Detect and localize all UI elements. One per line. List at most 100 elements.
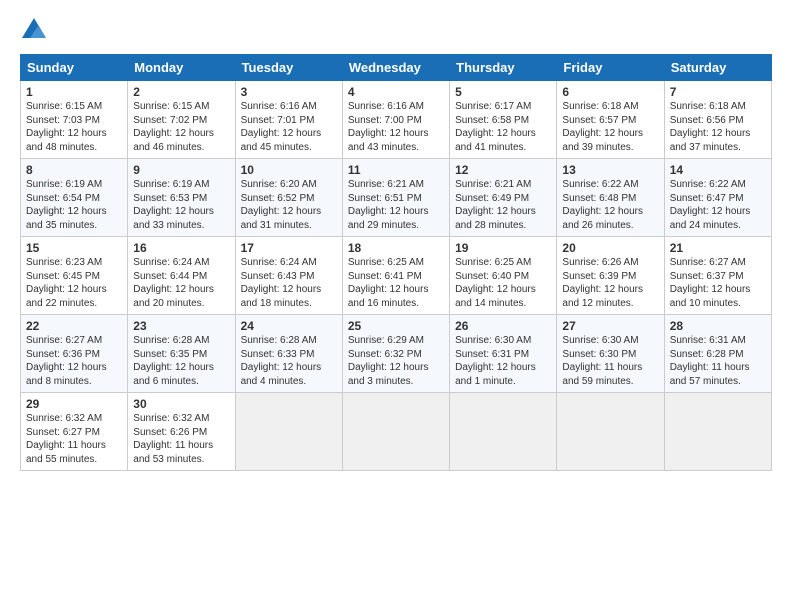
day-detail: Sunrise: 6:25 AMSunset: 6:41 PMDaylight:… <box>348 257 429 309</box>
calendar-cell: 15 Sunrise: 6:23 AMSunset: 6:45 PMDayligh… <box>21 237 128 315</box>
week-row-4: 22 Sunrise: 6:27 AMSunset: 6:36 PMDayligh… <box>21 315 772 393</box>
calendar-cell <box>450 393 557 471</box>
logo <box>20 16 50 44</box>
day-number: 3 <box>241 85 337 99</box>
calendar-cell: 27 Sunrise: 6:30 AMSunset: 6:30 PMDayligh… <box>557 315 664 393</box>
day-number: 23 <box>133 319 229 333</box>
day-detail: Sunrise: 6:27 AMSunset: 6:36 PMDaylight:… <box>26 335 107 387</box>
day-number: 6 <box>562 85 658 99</box>
col-header-friday: Friday <box>557 55 664 81</box>
calendar-cell: 25Sunrise: 6:29 AMSunset: 6:32 PMDayligh… <box>342 315 449 393</box>
day-number: 24 <box>241 319 337 333</box>
day-number: 18 <box>348 241 444 255</box>
calendar-cell: 13 Sunrise: 6:22 AMSunset: 6:48 PMDayligh… <box>557 159 664 237</box>
day-detail: Sunrise: 6:32 AMSunset: 6:27 PMDaylight:… <box>26 413 106 465</box>
col-header-tuesday: Tuesday <box>235 55 342 81</box>
week-row-3: 15 Sunrise: 6:23 AMSunset: 6:45 PMDayligh… <box>21 237 772 315</box>
calendar-cell: 12 Sunrise: 6:21 AMSunset: 6:49 PMDayligh… <box>450 159 557 237</box>
calendar-cell: 19 Sunrise: 6:25 AMSunset: 6:40 PMDayligh… <box>450 237 557 315</box>
day-number: 22 <box>26 319 122 333</box>
day-number: 14 <box>670 163 766 177</box>
calendar-cell: 16 Sunrise: 6:24 AMSunset: 6:44 PMDayligh… <box>128 237 235 315</box>
day-detail: Sunrise: 6:22 AMSunset: 6:47 PMDaylight:… <box>670 179 751 231</box>
day-number: 8 <box>26 163 122 177</box>
day-number: 4 <box>348 85 444 99</box>
day-detail: Sunrise: 6:31 AMSunset: 6:28 PMDaylight:… <box>670 335 750 387</box>
week-row-5: 29 Sunrise: 6:32 AMSunset: 6:27 PMDayligh… <box>21 393 772 471</box>
calendar-cell: 4 Sunrise: 6:16 AMSunset: 7:00 PMDaylight… <box>342 81 449 159</box>
day-detail: Sunrise: 6:30 AMSunset: 6:31 PMDaylight:… <box>455 335 536 387</box>
day-detail: Sunrise: 6:24 AMSunset: 6:43 PMDaylight:… <box>241 257 322 309</box>
calendar-cell: 6 Sunrise: 6:18 AMSunset: 6:57 PMDaylight… <box>557 81 664 159</box>
day-number: 7 <box>670 85 766 99</box>
calendar-cell: 21 Sunrise: 6:27 AMSunset: 6:37 PMDayligh… <box>664 237 771 315</box>
calendar-cell <box>557 393 664 471</box>
calendar-cell <box>235 393 342 471</box>
day-detail: Sunrise: 6:22 AMSunset: 6:48 PMDaylight:… <box>562 179 643 231</box>
calendar-table: SundayMondayTuesdayWednesdayThursdayFrid… <box>20 54 772 471</box>
day-number: 13 <box>562 163 658 177</box>
day-detail: Sunrise: 6:21 AMSunset: 6:51 PMDaylight:… <box>348 179 429 231</box>
day-detail: Sunrise: 6:30 AMSunset: 6:30 PMDaylight:… <box>562 335 642 387</box>
calendar-cell: 14 Sunrise: 6:22 AMSunset: 6:47 PMDayligh… <box>664 159 771 237</box>
day-number: 16 <box>133 241 229 255</box>
calendar-cell: 2 Sunrise: 6:15 AMSunset: 7:02 PMDaylight… <box>128 81 235 159</box>
day-detail: Sunrise: 6:21 AMSunset: 6:49 PMDaylight:… <box>455 179 536 231</box>
calendar-cell: 17 Sunrise: 6:24 AMSunset: 6:43 PMDayligh… <box>235 237 342 315</box>
calendar-cell: 20Sunrise: 6:26 AMSunset: 6:39 PMDayligh… <box>557 237 664 315</box>
week-row-2: 8Sunrise: 6:19 AMSunset: 6:54 PMDaylight… <box>21 159 772 237</box>
calendar-cell: 8Sunrise: 6:19 AMSunset: 6:54 PMDaylight… <box>21 159 128 237</box>
day-number: 5 <box>455 85 551 99</box>
day-number: 2 <box>133 85 229 99</box>
day-number: 12 <box>455 163 551 177</box>
calendar-cell: 18 Sunrise: 6:25 AMSunset: 6:41 PMDayligh… <box>342 237 449 315</box>
day-detail: Sunrise: 6:16 AMSunset: 7:01 PMDaylight:… <box>241 101 322 153</box>
day-detail: Sunrise: 6:28 AMSunset: 6:35 PMDaylight:… <box>133 335 214 387</box>
calendar-body: 1 Sunrise: 6:15 AMSunset: 7:03 PMDaylight… <box>21 81 772 471</box>
calendar-cell: 29 Sunrise: 6:32 AMSunset: 6:27 PMDayligh… <box>21 393 128 471</box>
day-number: 10 <box>241 163 337 177</box>
calendar-cell: 3 Sunrise: 6:16 AMSunset: 7:01 PMDaylight… <box>235 81 342 159</box>
day-number: 15 <box>26 241 122 255</box>
page: SundayMondayTuesdayWednesdayThursdayFrid… <box>0 0 792 481</box>
calendar-cell: 1 Sunrise: 6:15 AMSunset: 7:03 PMDaylight… <box>21 81 128 159</box>
col-header-saturday: Saturday <box>664 55 771 81</box>
calendar-cell: 7 Sunrise: 6:18 AMSunset: 6:56 PMDaylight… <box>664 81 771 159</box>
day-detail: Sunrise: 6:23 AMSunset: 6:45 PMDaylight:… <box>26 257 107 309</box>
calendar-cell <box>342 393 449 471</box>
day-detail: Sunrise: 6:15 AMSunset: 7:03 PMDaylight:… <box>26 101 107 153</box>
calendar-cell: 30Sunrise: 6:32 AMSunset: 6:26 PMDayligh… <box>128 393 235 471</box>
day-number: 1 <box>26 85 122 99</box>
calendar-cell: 11 Sunrise: 6:21 AMSunset: 6:51 PMDayligh… <box>342 159 449 237</box>
calendar-cell <box>664 393 771 471</box>
day-detail: Sunrise: 6:27 AMSunset: 6:37 PMDaylight:… <box>670 257 751 309</box>
day-detail: Sunrise: 6:17 AMSunset: 6:58 PMDaylight:… <box>455 101 536 153</box>
day-number: 19 <box>455 241 551 255</box>
day-number: 25 <box>348 319 444 333</box>
day-detail: Sunrise: 6:25 AMSunset: 6:40 PMDaylight:… <box>455 257 536 309</box>
day-number: 27 <box>562 319 658 333</box>
day-detail: Sunrise: 6:32 AMSunset: 6:26 PMDaylight:… <box>133 413 213 465</box>
day-number: 21 <box>670 241 766 255</box>
day-number: 17 <box>241 241 337 255</box>
day-detail: Sunrise: 6:18 AMSunset: 6:57 PMDaylight:… <box>562 101 643 153</box>
day-detail: Sunrise: 6:24 AMSunset: 6:44 PMDaylight:… <box>133 257 214 309</box>
header <box>20 16 772 44</box>
day-detail: Sunrise: 6:16 AMSunset: 7:00 PMDaylight:… <box>348 101 429 153</box>
day-detail: Sunrise: 6:15 AMSunset: 7:02 PMDaylight:… <box>133 101 214 153</box>
day-number: 11 <box>348 163 444 177</box>
col-header-monday: Monday <box>128 55 235 81</box>
calendar-cell: 5 Sunrise: 6:17 AMSunset: 6:58 PMDaylight… <box>450 81 557 159</box>
day-detail: Sunrise: 6:28 AMSunset: 6:33 PMDaylight:… <box>241 335 322 387</box>
calendar-cell: 24 Sunrise: 6:28 AMSunset: 6:33 PMDayligh… <box>235 315 342 393</box>
calendar-cell: 22 Sunrise: 6:27 AMSunset: 6:36 PMDayligh… <box>21 315 128 393</box>
week-row-1: 1 Sunrise: 6:15 AMSunset: 7:03 PMDaylight… <box>21 81 772 159</box>
day-detail: Sunrise: 6:18 AMSunset: 6:56 PMDaylight:… <box>670 101 751 153</box>
day-number: 29 <box>26 397 122 411</box>
calendar-cell: 23 Sunrise: 6:28 AMSunset: 6:35 PMDayligh… <box>128 315 235 393</box>
calendar-header-row: SundayMondayTuesdayWednesdayThursdayFrid… <box>21 55 772 81</box>
col-header-wednesday: Wednesday <box>342 55 449 81</box>
col-header-thursday: Thursday <box>450 55 557 81</box>
day-number: 28 <box>670 319 766 333</box>
day-number: 9 <box>133 163 229 177</box>
